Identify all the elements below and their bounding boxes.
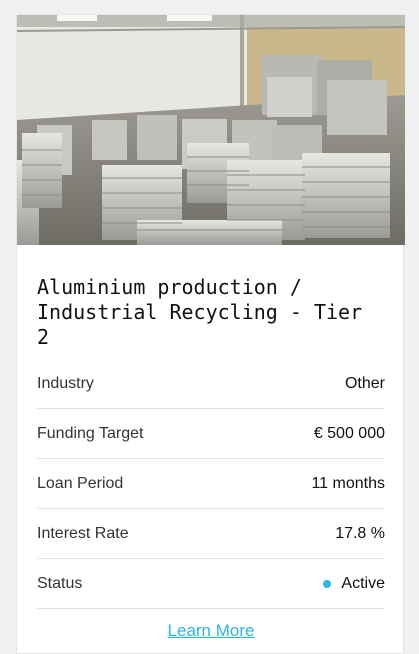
interest-rate-value: 17.8 %: [335, 524, 385, 542]
loan-title: Aluminium production / Industrial Recycl…: [37, 275, 363, 349]
loan-period-label: Loan Period: [37, 474, 124, 492]
funding-target-label: Funding Target: [37, 424, 144, 442]
funding-target-value: € 500 000: [313, 424, 385, 442]
status-dot-icon: [323, 579, 332, 588]
loan-period-value: 11 months: [311, 474, 385, 492]
industry-value: Other: [344, 374, 385, 392]
detail-row-interest-rate: Interest Rate 17.8 %: [37, 509, 385, 559]
status-value: Active: [341, 574, 385, 592]
detail-row-industry: Industry Other: [37, 359, 385, 409]
learn-more-link[interactable]: Learn More: [17, 621, 405, 641]
status-label: Status: [37, 574, 83, 592]
project-photo: [17, 15, 405, 245]
loan-card: Aluminium production / Industrial Recycl…: [16, 14, 405, 654]
detail-row-status: Status Active: [37, 559, 385, 609]
detail-row-funding-target: Funding Target € 500 000: [37, 409, 385, 459]
interest-rate-label: Interest Rate: [37, 524, 129, 542]
industry-label: Industry: [37, 374, 94, 392]
status-badge: Active: [323, 575, 385, 593]
loan-details: Industry Other Funding Target € 500 000 …: [37, 359, 385, 609]
detail-row-loan-period: Loan Period 11 months: [37, 459, 385, 509]
